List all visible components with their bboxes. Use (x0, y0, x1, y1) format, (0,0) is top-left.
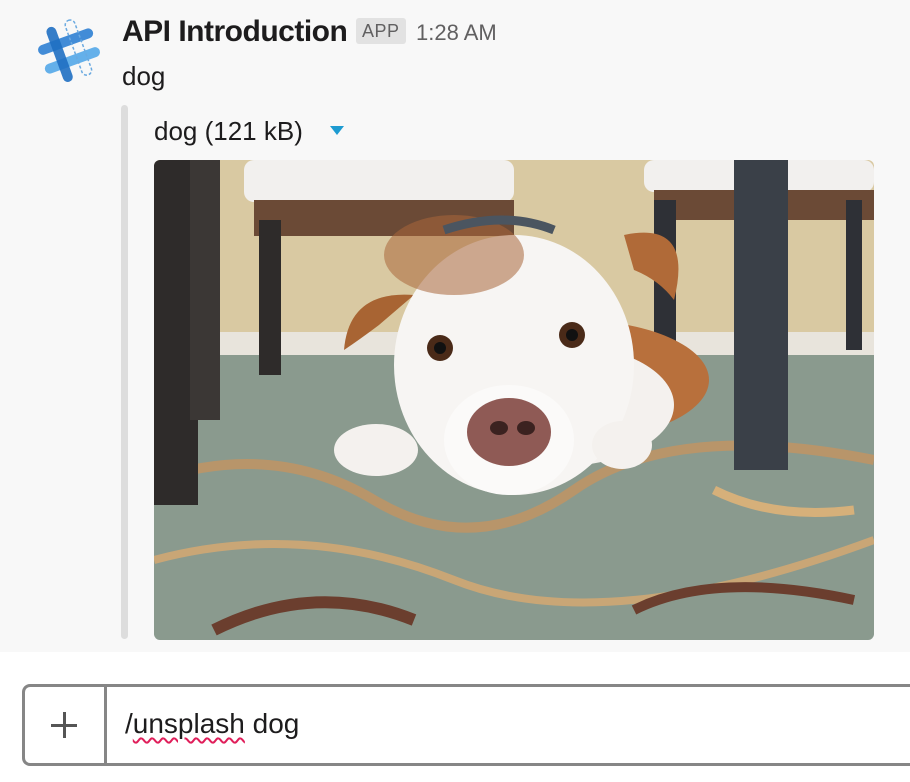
plus-icon[interactable] (25, 687, 107, 763)
input-misspelled-word: unsplash (132, 708, 245, 739)
app-badge: APP (356, 18, 406, 44)
attachment-image[interactable] (154, 160, 874, 640)
input-prefix: / (125, 708, 133, 739)
message-text: dog (122, 61, 166, 91)
attachment-bar (121, 105, 128, 639)
attachment-title[interactable]: dog (121 kB) (154, 114, 303, 148)
sender-name[interactable]: API Introduction (122, 12, 348, 52)
message-timestamp[interactable]: 1:28 AM (416, 18, 497, 48)
app-avatar-icon[interactable] (34, 16, 104, 86)
caret-down-icon[interactable] (330, 126, 344, 135)
message-area: API Introduction APP 1:28 AM dog dog (12… (0, 0, 910, 652)
message-input[interactable]: /unsplash dog (125, 705, 299, 743)
input-rest: dog (244, 708, 300, 739)
message-composer[interactable]: /unsplash dog (22, 684, 910, 766)
